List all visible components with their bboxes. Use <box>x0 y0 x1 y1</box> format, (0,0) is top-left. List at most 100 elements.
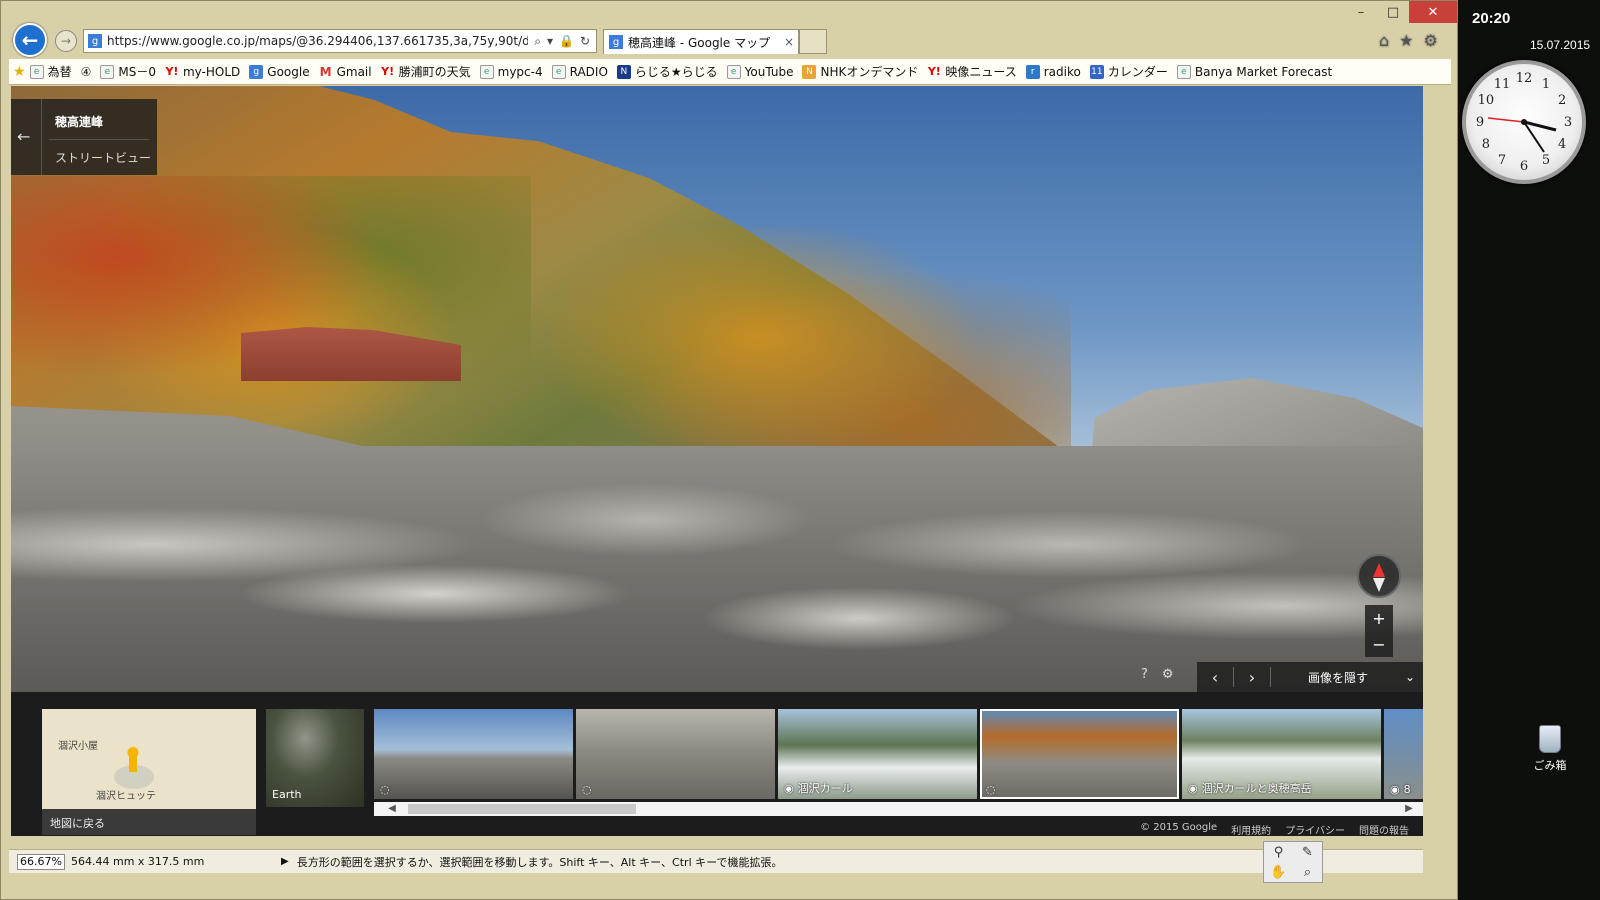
hand-tool-icon[interactable]: ✋ <box>1270 865 1286 880</box>
next-image-button[interactable]: › <box>1234 668 1270 687</box>
zoom-tool-icon[interactable]: ⌕ <box>1304 865 1311 880</box>
zoom-level-field[interactable]: 66.67% <box>17 853 65 870</box>
home-icon[interactable]: ⌂ <box>1379 31 1389 50</box>
photo-thumbnail-selected[interactable]: ◌ <box>980 709 1179 799</box>
lock-icon[interactable]: 🔒 <box>559 34 574 49</box>
google-favicon-icon: g <box>88 34 102 48</box>
photo-thumbnail[interactable]: ◌ <box>576 709 775 799</box>
page-icon: e <box>726 64 741 79</box>
back-arrow-icon[interactable]: ← <box>17 127 30 146</box>
settings-gear-icon[interactable]: ⚙ <box>1424 31 1438 50</box>
stamp-tool-icon[interactable]: ⚲ <box>1274 845 1284 860</box>
imagery-nav-bar: ‹ › 画像を隠す ⌄ <box>1197 662 1423 692</box>
recycle-bin[interactable]: ごみ箱 <box>1530 725 1570 773</box>
page-icon: e <box>100 64 115 79</box>
favorite-link[interactable]: e Banya Market Forecast <box>1176 64 1333 79</box>
forward-button[interactable]: → <box>55 30 77 52</box>
report-problem-link[interactable]: 問題の報告 <box>1359 822 1409 837</box>
photo-caption: ◌ <box>380 783 394 796</box>
terms-link[interactable]: 利用規約 <box>1231 822 1271 837</box>
scroll-right-icon[interactable]: ▶ <box>1401 802 1417 816</box>
back-button[interactable]: ← <box>13 23 47 57</box>
pegman-icon[interactable] <box>124 745 142 775</box>
favorite-link[interactable]: ④ <box>81 65 92 79</box>
favorite-label: Gmail <box>336 64 372 79</box>
favorite-link[interactable]: r radiko <box>1025 64 1081 79</box>
zoom-in-button[interactable]: + <box>1372 609 1385 628</box>
browser-toolbar-icons: ⌂ ★ ⚙ <box>1379 31 1438 50</box>
play-arrow-icon[interactable]: ▶ <box>281 856 289 867</box>
photo-thumbnail[interactable]: ◌ <box>374 709 573 799</box>
photo-thumbnails: ◌ ◌ ◉ 涸沢カール ◌ ◉ 涸沢カールと奥穂高岳 ◉ 8 <box>374 709 1423 799</box>
earth-view-button[interactable]: Earth <box>266 709 364 807</box>
place-card: ← 穂高連峰 ストリートビュー <box>11 99 157 175</box>
favorite-label: Banya Market Forecast <box>1194 64 1333 79</box>
favorite-link[interactable]: Y! my-HOLD <box>165 65 240 79</box>
clock-numeral: 4 <box>1558 137 1566 152</box>
new-tab-button[interactable] <box>799 29 827 54</box>
scroll-left-icon[interactable]: ◀ <box>384 802 400 816</box>
photo-thumbnail[interactable]: ◉ 涸沢カールと奥穂高岳 <box>1182 709 1381 799</box>
eyedropper-tool-icon[interactable]: ✎ <box>1302 845 1313 860</box>
add-favorite-star-icon[interactable]: ★ <box>13 64 26 80</box>
dropdown-icon[interactable]: ▾ <box>547 34 553 49</box>
hide-images-button[interactable]: 画像を隠す <box>1271 669 1405 686</box>
google-icon: g <box>249 64 264 79</box>
favorite-link[interactable]: e MS－0 <box>100 63 156 80</box>
tab-google-maps[interactable]: g 穂高連峰 - Google マップ × <box>603 29 799 54</box>
favorite-link[interactable]: e RADIO <box>551 64 608 79</box>
google-maps-favicon-icon: g <box>609 35 623 49</box>
settings-icon[interactable]: ⚙ <box>1162 667 1174 682</box>
close-window-button[interactable]: ✕ <box>1409 1 1457 23</box>
photo-caption: ◉ 8 <box>1390 783 1411 796</box>
clock-numeral: 5 <box>1542 153 1550 168</box>
clock-numeral: 1 <box>1542 77 1550 92</box>
favorite-link[interactable]: Y! 勝浦町の天気 <box>381 63 471 80</box>
maximize-button[interactable]: □ <box>1377 1 1409 23</box>
favorites-star-icon[interactable]: ★ <box>1399 31 1413 50</box>
place-name[interactable]: 穂高連峰 <box>55 113 103 130</box>
status-bar: 66.67% 564.44 mm x 317.5 mm ▶ 長方形の範囲を選択す… <box>9 849 1423 873</box>
filmstrip-scrollbar[interactable]: ◀ ▶ <box>374 802 1423 816</box>
favorite-link[interactable]: 11 カレンダー <box>1089 63 1168 80</box>
prev-image-button[interactable]: ‹ <box>1197 668 1233 687</box>
tab-title: 穂高連峰 - Google マップ <box>628 35 771 50</box>
photo-thumbnail[interactable]: ◉ 涸沢カール <box>778 709 977 799</box>
favorite-link[interactable]: g Google <box>249 64 310 79</box>
panorama-icon: ◌ <box>582 783 592 796</box>
streetview-panorama[interactable] <box>11 86 1423 692</box>
zoom-out-button[interactable]: − <box>1372 635 1385 654</box>
favorite-link[interactable]: N らじる★らじる <box>616 63 718 80</box>
close-tab-icon[interactable]: × <box>784 35 798 49</box>
favorite-link[interactable]: M Gmail <box>319 65 372 79</box>
panorama-icon: ◌ <box>380 783 390 796</box>
panorama-foreground-rocks <box>11 446 1423 692</box>
compass-south-needle <box>1373 578 1385 592</box>
yahoo-icon: Y! <box>927 65 941 78</box>
photo-caption: ◉ 涸沢カールと奥穂高岳 <box>1188 781 1312 796</box>
clock-numeral: 10 <box>1478 93 1495 108</box>
favorite-link[interactable]: e 為替 <box>29 63 72 80</box>
photo-thumbnail[interactable]: ◉ 8 <box>1384 709 1423 799</box>
favorite-label: MS－0 <box>118 65 156 79</box>
favorite-link[interactable]: e YouTube <box>726 64 793 79</box>
favorite-link[interactable]: Y! 映像ニュース <box>927 63 1017 80</box>
search-icon[interactable]: ⌕ <box>534 34 541 49</box>
address-bar[interactable]: g https://www.google.co.jp/maps/@36.2944… <box>83 29 597 53</box>
favorite-label: Google <box>267 64 310 79</box>
minimap[interactable]: 涸沢小屋 涸沢ヒュッテ 地図に戻る <box>42 709 256 835</box>
refresh-icon[interactable]: ↻ <box>580 34 590 49</box>
privacy-link[interactable]: プライバシー <box>1285 822 1345 837</box>
favorite-link[interactable]: e mypc-4 <box>479 64 543 79</box>
back-to-map-button[interactable]: 地図に戻る <box>42 809 256 835</box>
minimize-button[interactable]: – <box>1345 1 1377 23</box>
camera-icon: ◉ <box>1390 783 1400 796</box>
place-subtitle: ストリートビュー <box>55 151 152 165</box>
favorite-link[interactable]: N NHKオンデマンド <box>802 63 918 80</box>
compass-icon[interactable] <box>1357 554 1401 598</box>
scrollbar-thumb[interactable] <box>408 804 636 814</box>
help-icon[interactable]: ? <box>1141 667 1148 682</box>
chevron-down-icon[interactable]: ⌄ <box>1405 670 1423 684</box>
url-text[interactable]: https://www.google.co.jp/maps/@36.294406… <box>107 34 528 48</box>
browser-window: – □ ✕ ← → g https://www.google.co.jp/map… <box>0 0 1458 900</box>
